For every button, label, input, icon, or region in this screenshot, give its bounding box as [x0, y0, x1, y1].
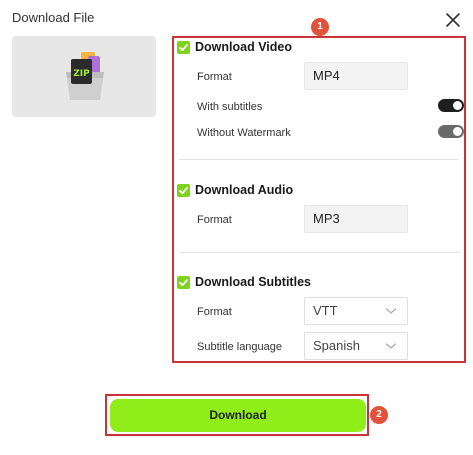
file-thumbnail: ZIP — [12, 36, 156, 117]
check-icon — [179, 44, 188, 52]
step-badge-1: 1 — [311, 18, 329, 36]
with-subtitles-toggle[interactable] — [438, 99, 464, 112]
subtitle-format-value: VTT — [313, 303, 338, 318]
with-subtitles-label: With subtitles — [197, 101, 263, 113]
zip-label: ZIP — [73, 69, 90, 79]
check-icon — [179, 187, 188, 195]
subtitle-format-select[interactable]: VTT — [304, 297, 408, 325]
subtitle-language-value: Spanish — [313, 338, 360, 353]
without-watermark-label: Without Watermark — [197, 127, 291, 139]
audio-format-label: Format — [197, 214, 232, 226]
section-divider — [179, 252, 459, 253]
close-icon — [446, 13, 460, 27]
zip-archive-icon: ZIP — [66, 52, 104, 100]
video-format-field[interactable]: MP4 — [304, 62, 408, 90]
toggle-knob — [453, 127, 462, 136]
download-audio-checkbox[interactable] — [177, 184, 190, 197]
subtitle-language-select[interactable]: Spanish — [304, 332, 408, 360]
subtitle-format-label: Format — [197, 306, 232, 318]
download-dialog: Download File ZIP Download Video Format … — [0, 0, 473, 455]
step-badge-2: 2 — [370, 406, 388, 424]
toggle-knob — [453, 101, 462, 110]
close-button[interactable] — [443, 10, 463, 30]
download-subtitles-title: Download Subtitles — [195, 275, 311, 289]
download-options-panel: Download Video Format MP4 With subtitles… — [172, 36, 466, 363]
audio-format-field[interactable]: MP3 — [304, 205, 408, 233]
chevron-down-icon — [385, 341, 397, 351]
section-divider — [179, 159, 459, 160]
subtitle-language-label: Subtitle language — [197, 341, 283, 353]
without-watermark-toggle[interactable] — [438, 125, 464, 138]
download-subtitles-checkbox[interactable] — [177, 276, 190, 289]
video-format-value: MP4 — [313, 68, 340, 83]
video-format-label: Format — [197, 71, 232, 83]
dialog-title: Download File — [12, 10, 95, 25]
audio-format-value: MP3 — [313, 211, 340, 226]
chevron-down-icon — [385, 306, 397, 316]
download-button[interactable]: Download — [110, 399, 366, 432]
download-video-title: Download Video — [195, 40, 292, 54]
download-audio-title: Download Audio — [195, 183, 294, 197]
check-icon — [179, 279, 188, 287]
download-video-checkbox[interactable] — [177, 41, 190, 54]
